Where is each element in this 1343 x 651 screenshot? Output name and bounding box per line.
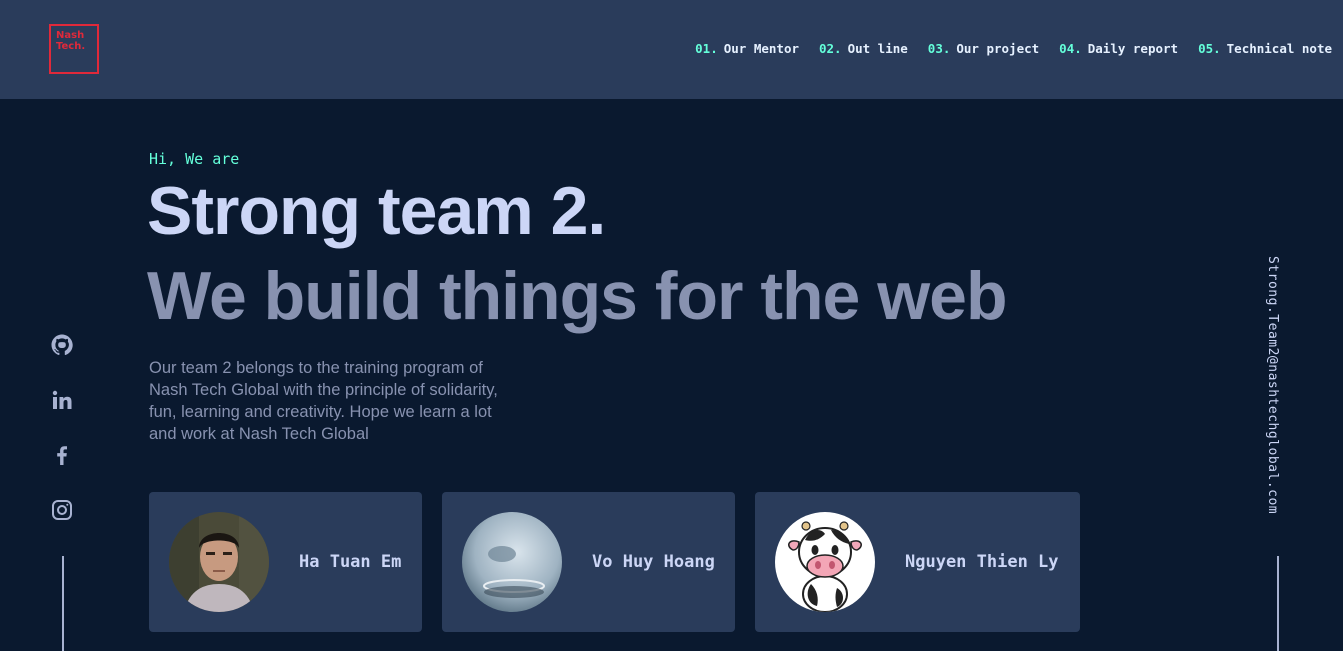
member-name: Nguyen Thien Ly [905, 552, 1059, 572]
facebook-icon[interactable] [50, 443, 74, 467]
nav-item-outline[interactable]: 02. Out line [819, 41, 908, 56]
nav-number: 04. [1059, 41, 1082, 56]
instagram-icon[interactable] [50, 498, 74, 522]
nav-label: Our project [956, 41, 1040, 56]
site-header: Nash Tech. 01. Our Mentor 02. Out line 0… [0, 0, 1343, 99]
email-link[interactable]: Strong.Team2@nashtechglobal.com [1265, 256, 1280, 514]
nav-item-technical-note[interactable]: 05. Technical note [1198, 41, 1332, 56]
hero-description: Our team 2 belongs to the training progr… [149, 359, 498, 443]
member-card-vo-huy-hoang[interactable]: Vo Huy Hoang [442, 492, 735, 632]
nav-label: Technical note [1226, 41, 1332, 56]
hero-subtitle: We build things for the web [147, 258, 1007, 334]
nav-item-our-mentor[interactable]: 01. Our Mentor [695, 41, 799, 56]
social-links [50, 333, 76, 553]
hero-title: Strong team 2. [147, 173, 606, 249]
nav-number: 02. [819, 41, 842, 56]
logo-line-1: Nash [56, 30, 85, 41]
right-divider-line [1277, 556, 1279, 651]
main-nav: 01. Our Mentor 02. Out line 03. Our proj… [695, 41, 1332, 56]
nav-label: Daily report [1087, 41, 1179, 56]
github-icon[interactable] [50, 333, 74, 357]
left-divider-line [62, 556, 64, 651]
logo-line-2: Tech. [56, 41, 86, 52]
nashtech-logo[interactable]: Nash Tech. [49, 24, 99, 74]
nav-number: 03. [927, 41, 951, 56]
hero-intro: Hi, We are [149, 150, 240, 168]
nav-number: 05. [1198, 41, 1221, 56]
member-photo-avatar [462, 512, 562, 612]
nav-label: Out line [847, 41, 908, 56]
member-photo-avatar [775, 512, 875, 612]
member-card-ha-tuan-em[interactable]: Ha Tuan Em [149, 492, 422, 632]
nav-item-daily-report[interactable]: 04. Daily report [1059, 41, 1178, 56]
member-name: Vo Huy Hoang [592, 552, 715, 572]
member-photo-avatar [169, 512, 269, 612]
linkedin-icon[interactable] [50, 388, 74, 412]
member-name: Ha Tuan Em [299, 552, 402, 572]
member-card-nguyen-thien-ly[interactable]: Nguyen Thien Ly [755, 492, 1080, 632]
nav-number: 01. [695, 41, 718, 56]
nav-item-our-project[interactable]: 03. Our project [928, 41, 1039, 56]
nav-label: Our Mentor [723, 41, 799, 56]
